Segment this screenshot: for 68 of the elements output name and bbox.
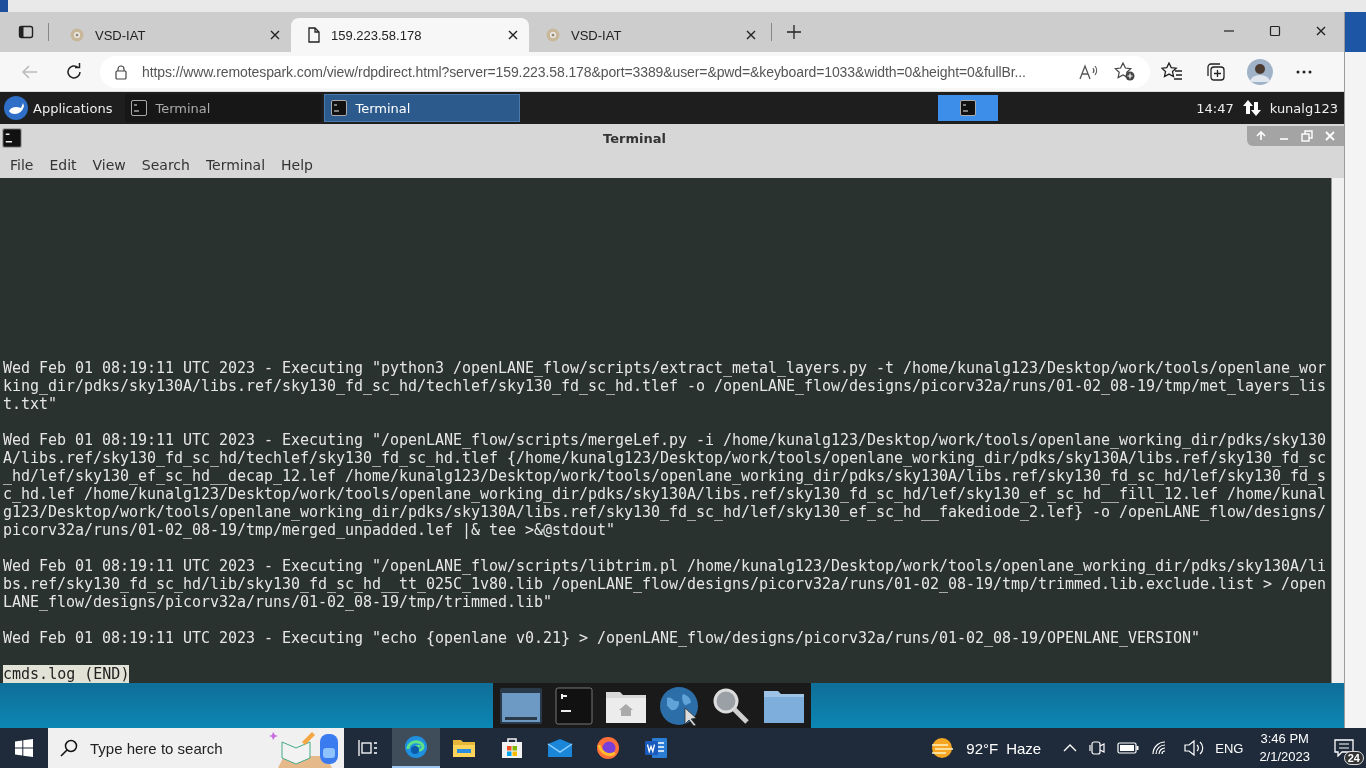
terminal-line: t.txt" <box>3 395 58 413</box>
mail-icon <box>547 738 573 758</box>
terminal-line: king_dir/pdks/sky130A/libs.ref/sky130_fd_sc_hd/techlef/sky130_fd_sc_hd.tlef -o /openLANE_flow/designs/picorv32a/runs/01-02_08-19/tmp/met_layers_lis <box>3 377 1328 395</box>
close-icon[interactable] <box>745 29 757 41</box>
browser-tab[interactable]: VSD-IAT <box>53 18 291 52</box>
browser-tab[interactable]: 159.223.58.178 <box>291 18 529 52</box>
weather-text[interactable]: Haze <box>1002 739 1046 757</box>
globe-icon[interactable] <box>659 685 699 726</box>
terminal-line: bs.ref/sky130_fd_sc_hd/lib/sky130_fd_sc_hd__tt_025C_1v80.lib /openLANE_flow/designs/picorv32a/runs/01-02_08-19/tmp/trimmed.lib.exclude.list > /open <box>3 575 1328 593</box>
menu-item[interactable]: Terminal <box>197 157 274 173</box>
lock-icon[interactable] <box>114 63 128 80</box>
window-title: Terminal <box>602 130 667 146</box>
clock-text: 14:47 <box>1195 100 1235 116</box>
search-box[interactable]: Type here to search <box>48 728 344 768</box>
scrollbar[interactable] <box>1331 178 1344 683</box>
language-text[interactable]: ENG <box>1211 740 1248 756</box>
tab-actions-icon[interactable] <box>18 24 34 40</box>
terminal-icon[interactable] <box>2 128 22 148</box>
word-icon <box>644 736 668 760</box>
menu-item[interactable]: Search <box>133 157 198 173</box>
temperature-text[interactable]: 92°F <box>962 739 1003 757</box>
gear-icon <box>69 27 85 43</box>
terminal-line: Wed Feb 01 08:19:11 UTC 2023 - Executing "/openLANE_flow/scripts/libtrim.pl /home/kunalg123/Desktop/work/tools/openlane_working_dir/pdks/sky130A/li <box>3 557 1328 575</box>
terminal-line: g123/Desktop/work/tools/openlane_working_dir/pdks/sky130A/libs.ref/sky130_fd_sc_hd/lef/sky130_ef_sc_hd__fakediode_2.lef} -o /openLANE_flow/designs/ <box>3 503 1328 521</box>
terminal-line: c_hd.lef /home/kunalg123/Desktop/work/tools/openlane_working_dir/pdks/sky130A/libs.ref/sky130_fd_sc_hd/lef/sky130_ef_sc_hd__fill_12.lef /home/kunal <box>3 485 1328 503</box>
terminal-line: Wed Feb 01 08:19:11 UTC 2023 - Executing "python3 /openLANE_flow/scripts/extract_metal_layers.py -t /home/kunalg123/Desktop/work/tools/openlane_wor <box>3 359 1328 377</box>
terminal-icon[interactable] <box>555 685 593 726</box>
pager-status: cmds.log (END) <box>3 665 130 683</box>
menu-item[interactable]: File <box>2 157 42 173</box>
network-icon[interactable] <box>1241 98 1262 118</box>
menu-item[interactable]: View <box>84 157 134 173</box>
search-icon <box>60 739 78 757</box>
screen-icon[interactable] <box>499 685 543 726</box>
store-icon <box>500 737 524 759</box>
browser-icon <box>404 735 428 759</box>
add-favorite-icon[interactable] <box>1114 61 1136 82</box>
menu-item[interactable]: Edit <box>41 157 85 173</box>
gear-icon <box>545 27 561 43</box>
taskbar-window-button[interactable]: Terminal <box>125 94 322 122</box>
terminal-line: LANE_flow/designs/picorv32a/runs/01-02_08-19/tmp/trimmed.lib" <box>3 593 554 611</box>
menu-item[interactable]: Help <box>273 157 321 173</box>
task-view-icon <box>358 739 378 757</box>
clock-date[interactable]: 2/1/2023 <box>1259 748 1310 766</box>
browser-tab[interactable]: VSD-IAT <box>529 18 767 52</box>
workspace-button[interactable] <box>938 95 999 121</box>
search-field[interactable]: Type here to search <box>88 738 252 758</box>
clock-time[interactable]: 3:46 PM <box>1260 730 1309 748</box>
read-aloud-icon[interactable] <box>1078 62 1100 81</box>
new-tab-icon[interactable] <box>786 24 802 40</box>
terminal-line: Wed Feb 01 08:19:11 UTC 2023 - Executing "echo {openlane v0.21} > /openLANE_flow/designs/picorv32a/runs/01-02_08-19/OPENLANE_VERSION" <box>3 629 1202 647</box>
mouse-logo-icon <box>4 96 28 120</box>
taskbar-window-button[interactable]: Terminal <box>324 94 521 122</box>
terminal-line: _hd/lef/sky130_ef_sc_hd__decap_12.lef /home/kunalg123/Desktop/work/tools/openlane_working_dir/pdks/sky130A/libs.ref/sky130_fd_sc_hd/lef/sky130_fd_s <box>3 467 1328 485</box>
firefox-icon <box>596 736 620 760</box>
applications-menu[interactable]: Applications <box>0 92 123 124</box>
terminal-icon <box>960 100 977 116</box>
close-icon[interactable] <box>269 29 281 41</box>
address-field[interactable]: https://www.remotespark.com/view/rdpdirect.html?server=159.223.58.178&port=3389&user=&pwd=&keyboard=1033&width=0&height=0&fullBr... <box>100 55 1150 88</box>
file-folder-icon <box>452 738 476 758</box>
notification-count: 24 <box>1343 751 1364 765</box>
user-name[interactable]: kunalg123 <box>1269 100 1344 116</box>
page-icon <box>307 27 321 43</box>
terminal-icon <box>331 100 348 116</box>
terminal-line: A/libs.ref/sky130_fd_sc_hd/techlef/sky130_fd_sc_hd.tlef {/home/kunalg123/Desktop/work/tools/openlane_working_dir/pdks/sky130A/libs.ref/sky130_fd_sc <box>3 449 1328 467</box>
terminal-line: picorv32a/runs/01-02_08-19/tmp/merged_unpadded.lef |& tee >&@stdout" <box>3 521 617 539</box>
terminal-icon <box>131 100 148 116</box>
terminal-line: Wed Feb 01 08:19:11 UTC 2023 - Executing "/openLANE_flow/scripts/mergeLef.py -i /home/kunalg123/Desktop/work/tools/openlane_working_dir/pdks/sky130 <box>3 431 1328 449</box>
close-icon[interactable] <box>507 29 519 41</box>
